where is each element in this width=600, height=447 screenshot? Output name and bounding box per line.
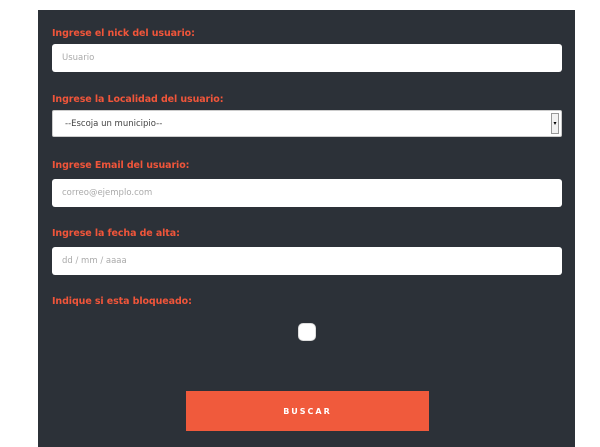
- date-input[interactable]: [52, 247, 562, 275]
- search-form-panel: Ingrese el nick del usuario: Ingrese la …: [38, 10, 575, 447]
- blocked-label: Indique si esta bloqueado:: [52, 296, 192, 307]
- email-label: Ingrese Email del usuario:: [52, 160, 190, 171]
- email-input[interactable]: [52, 179, 562, 207]
- blocked-checkbox[interactable]: [298, 323, 316, 341]
- chevron-down-icon[interactable]: ▾: [551, 113, 559, 134]
- date-label: Ingrese la fecha de alta:: [52, 228, 180, 239]
- search-button[interactable]: BUSCAR: [186, 391, 429, 431]
- nick-input[interactable]: [52, 44, 562, 72]
- nick-label: Ingrese el nick del usuario:: [52, 28, 195, 39]
- locality-selected-value: --Escoja un municipio--: [65, 119, 163, 129]
- locality-select[interactable]: --Escoja un municipio-- ▾: [52, 110, 562, 137]
- locality-label: Ingrese la Localidad del usuario:: [52, 94, 224, 105]
